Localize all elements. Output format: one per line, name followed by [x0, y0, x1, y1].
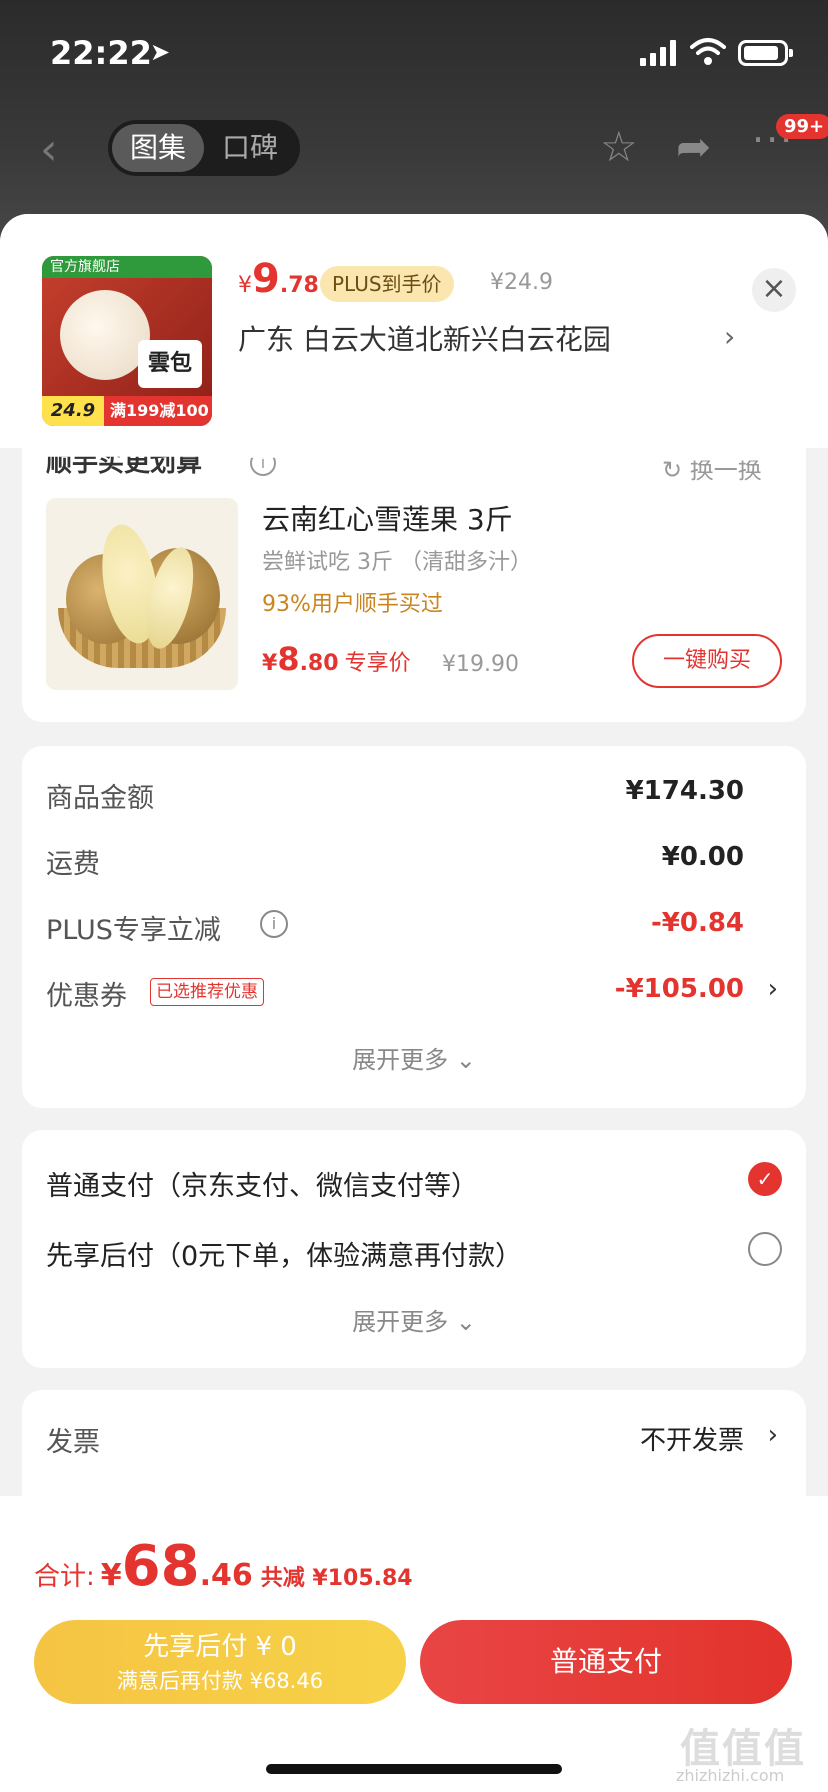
invoice-label: 发票 — [46, 1427, 100, 1458]
upsell-price-label: 专享价 — [344, 651, 411, 676]
status-time: 22:22 — [50, 34, 152, 72]
share-icon[interactable]: ➦ — [676, 122, 711, 171]
upsell-title: 顺手买更划算 — [46, 448, 203, 478]
price-integer: 9 — [252, 256, 280, 302]
price-decimal: .78 — [279, 273, 319, 298]
expand-more-label: 展开更多 — [352, 1308, 449, 1336]
shipping-row: 运费 ¥0.00 — [22, 830, 806, 890]
expand-more-payment[interactable]: 展开更多 ⌄ — [22, 1302, 806, 1337]
amount-card: 商品金额 ¥174.30 运费 ¥0.00 PLUS专享立减 i -¥0.84 … — [22, 746, 806, 1108]
nav-bar: ‹ 图集 口碑 ☆ ➦ ··· 99+ — [0, 100, 828, 190]
chevron-down-icon: ⌄ — [455, 1308, 476, 1336]
segment-control: 图集 口碑 — [108, 120, 300, 176]
refresh-button[interactable]: ↻ 换一换 — [662, 456, 762, 486]
upsell-original-price: ¥19.90 — [442, 652, 519, 677]
expand-more-label: 展开更多 — [352, 1046, 449, 1074]
total-decimal: .46 — [199, 1558, 253, 1593]
tab-reviews[interactable]: 口碑 — [204, 124, 296, 172]
upsell-social-proof: 93%用户顺手买过 — [262, 592, 443, 617]
bottom-bar: 合计: ¥68.46 共减 ¥105.84 先享后付 ¥ 0 满意后再付款 ¥68.… — [0, 1496, 828, 1792]
back-icon[interactable]: ‹ — [40, 124, 58, 175]
info-icon[interactable]: i — [260, 910, 288, 938]
shipping-label: 运费 — [46, 849, 100, 880]
payment-option-later[interactable]: 先享后付（0元下单，体验满意再付款） — [22, 1222, 806, 1282]
pay-later-line2: 满意后再付款 ¥68.46 — [116, 1669, 324, 1693]
upsell-price-currency: ¥ — [262, 651, 278, 676]
thumbnail-price: 24.9 — [42, 396, 104, 426]
upsell-item-subtitle: 尝鲜试吃 3斤 （清甜多汁） — [262, 550, 532, 575]
shipping-value: ¥0.00 — [661, 842, 744, 872]
pay-later-line1: 先享后付 ¥ 0 — [143, 1632, 297, 1662]
payment-option-normal[interactable]: 普通支付（京东支付、微信支付等） ✓ — [22, 1152, 806, 1212]
tab-gallery[interactable]: 图集 — [112, 124, 204, 172]
message-badge: 99+ — [776, 114, 828, 139]
total-currency: ¥ — [100, 1558, 122, 1593]
upsell-price: ¥8.80 专享价 — [262, 640, 411, 678]
home-indicator[interactable] — [266, 1764, 562, 1774]
goods-amount-row: 商品金额 ¥174.30 — [22, 764, 806, 824]
one-click-buy-button[interactable]: 一键购买 — [632, 634, 782, 688]
upsell-item-name[interactable]: 云南红心雪莲果 3斤 — [262, 498, 513, 538]
battery-icon — [738, 40, 793, 66]
close-button[interactable]: × — [752, 268, 796, 312]
dumpling-image — [60, 290, 150, 380]
info-icon[interactable]: i — [250, 457, 276, 476]
pay-later-button[interactable]: 先享后付 ¥ 0 满意后再付款 ¥68.46 — [34, 1620, 406, 1704]
chevron-right-icon[interactable]: › — [724, 320, 735, 353]
coupon-tag: 已选推荐优惠 — [150, 978, 264, 1006]
price-currency: ¥ — [238, 273, 252, 298]
chevron-right-icon[interactable]: › — [768, 1420, 778, 1450]
normal-pay-button[interactable]: 普通支付 — [420, 1620, 792, 1704]
invoice-value: 不开发票 — [639, 1426, 744, 1456]
plus-discount-row: PLUS专享立减 i -¥0.84 — [22, 896, 806, 956]
payment-option-normal-label: 普通支付（京东支付、微信支付等） — [46, 1171, 478, 1202]
watermark-url: zhizhizhi.com — [676, 1766, 785, 1785]
wifi-icon — [690, 38, 726, 65]
coupon-value: -¥105.00 — [614, 974, 744, 1004]
refresh-label: 换一换 — [689, 456, 762, 485]
payment-card: 普通支付（京东支付、微信支付等） ✓ 先享后付（0元下单，体验满意再付款） 展开… — [22, 1130, 806, 1368]
upsell-card: 顺手买更划算 i ↻ 换一换 云南红心雪莲果 3斤 尝鲜试吃 3斤 （清甜多汁）… — [22, 448, 806, 722]
delivery-address[interactable]: 广东 白云大道北新兴白云花园 — [238, 318, 611, 358]
goods-amount-value: ¥174.30 — [625, 776, 744, 806]
thumbnail-promo: 满199减100 — [110, 401, 209, 420]
location-arrow-icon: ➤ — [150, 38, 171, 66]
upsell-price-decimal: .80 — [299, 651, 339, 676]
product-header: 官方旗舰店 雲包 24.9 满199减100 ¥9.78 PLUS到手价 ¥24.… — [0, 214, 828, 448]
total-integer: 68 — [121, 1534, 200, 1599]
expand-more-amounts[interactable]: 展开更多 ⌄ — [22, 1040, 806, 1075]
order-total: 合计: ¥68.46 共减 ¥105.84 — [34, 1534, 413, 1599]
coupon-label: 优惠券 — [46, 981, 127, 1012]
coupon-row[interactable]: 优惠券 已选推荐优惠 -¥105.00 › — [22, 962, 806, 1022]
total-label: 合计: — [34, 1562, 95, 1592]
radio-unchecked-icon[interactable] — [748, 1232, 782, 1266]
product-thumbnail[interactable]: 官方旗舰店 雲包 24.9 满199减100 — [42, 256, 212, 426]
goods-amount-label: 商品金额 — [46, 783, 154, 814]
chevron-down-icon: ⌄ — [455, 1046, 476, 1074]
thumbnail-promo-strip: 24.9 满199减100 — [42, 396, 212, 426]
invoice-row[interactable]: 发票 不开发票 › — [22, 1408, 806, 1468]
chevron-right-icon[interactable]: › — [768, 974, 778, 1004]
upsell-item-image[interactable] — [46, 498, 238, 690]
invoice-card: 发票 不开发票 › — [22, 1390, 806, 1510]
plus-discount-label: PLUS专享立减 — [46, 915, 221, 946]
favorite-star-icon[interactable]: ☆ — [600, 122, 638, 171]
payment-option-later-label: 先享后付（0元下单，体验满意再付款） — [46, 1241, 523, 1272]
product-image-label: 雲包 — [138, 340, 202, 388]
product-price: ¥9.78 — [238, 256, 319, 302]
plus-discount-value: -¥0.84 — [650, 908, 744, 938]
status-bar: 22:22 ➤ — [0, 0, 828, 100]
total-saved: 共减 ¥105.84 — [260, 1566, 413, 1591]
original-price: ¥24.9 — [490, 270, 553, 295]
radio-checked-icon[interactable]: ✓ — [748, 1162, 782, 1196]
refresh-icon: ↻ — [662, 456, 690, 485]
upsell-price-integer: 8 — [277, 640, 300, 678]
shop-tag: 官方旗舰店 — [42, 256, 212, 278]
plus-price-tag: PLUS到手价 — [320, 266, 454, 302]
signal-icon — [640, 40, 680, 66]
